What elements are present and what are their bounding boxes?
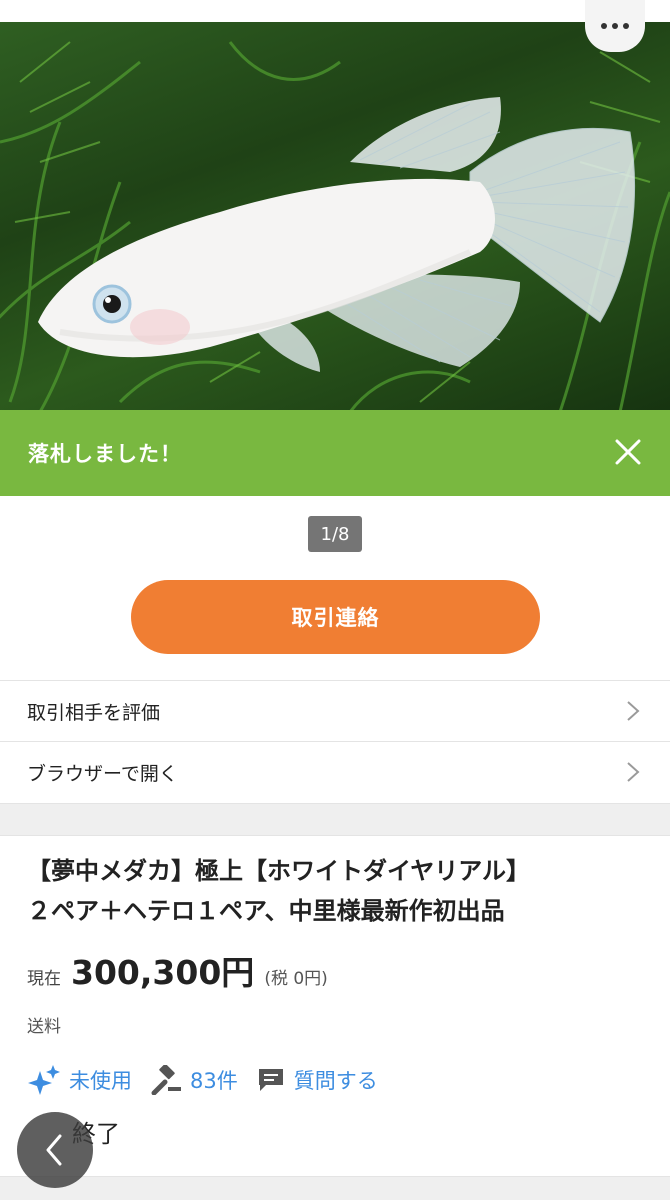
list-item-label: 取引相手を評価 [27,701,161,724]
question-link[interactable]: 質問する [256,1065,378,1095]
won-banner: 落札しました！ [0,410,670,496]
sparkle-icon [28,1065,60,1095]
more-icon [601,23,607,29]
list-item-rate-partner[interactable]: 取引相手を評価 [0,680,670,741]
condition-link[interactable]: 未使用 [27,1065,132,1095]
product-photo[interactable] [0,22,670,412]
back-button[interactable] [17,1112,93,1188]
contact-transaction-button[interactable]: 取引連絡 [131,580,540,654]
bottom-divider [0,1176,670,1200]
price-row: 現在 300,300円 (税 0円) [27,946,328,994]
current-price: 300,300円 [71,953,255,992]
price-label: 現在 [27,969,61,989]
item-meta: 未使用 83件 質問する [27,1060,396,1100]
bid-count: 83件 [190,1069,238,1093]
back-icon [46,1134,62,1166]
shipping-label: 送料 [27,1017,61,1037]
list-item-open-browser[interactable]: ブラウザーで開く [0,741,670,802]
banner-text: 落札しました！ [28,442,182,466]
bids-link[interactable]: 83件 [150,1065,238,1095]
gavel-icon [151,1065,181,1095]
close-icon[interactable] [608,432,648,472]
condition-text: 未使用 [69,1069,132,1093]
item-title: 【夢中メダカ】極上【ホワイトダイヤリアル】 ２ペア＋ヘテロ１ペア、中里様最新作初… [27,857,531,925]
question-text: 質問する [293,1069,378,1093]
status-strip [0,0,670,22]
fish-image [0,41,670,412]
image-page-indicator: 1/8 [308,516,362,552]
section-divider [0,803,670,836]
more-options-button[interactable] [585,0,645,52]
chevron-right-icon [627,701,640,721]
chat-icon [258,1069,283,1091]
list-item-label: ブラウザーで開く [27,762,178,785]
tax-amount: (税 0円) [264,969,328,989]
chevron-right-icon [627,762,640,782]
